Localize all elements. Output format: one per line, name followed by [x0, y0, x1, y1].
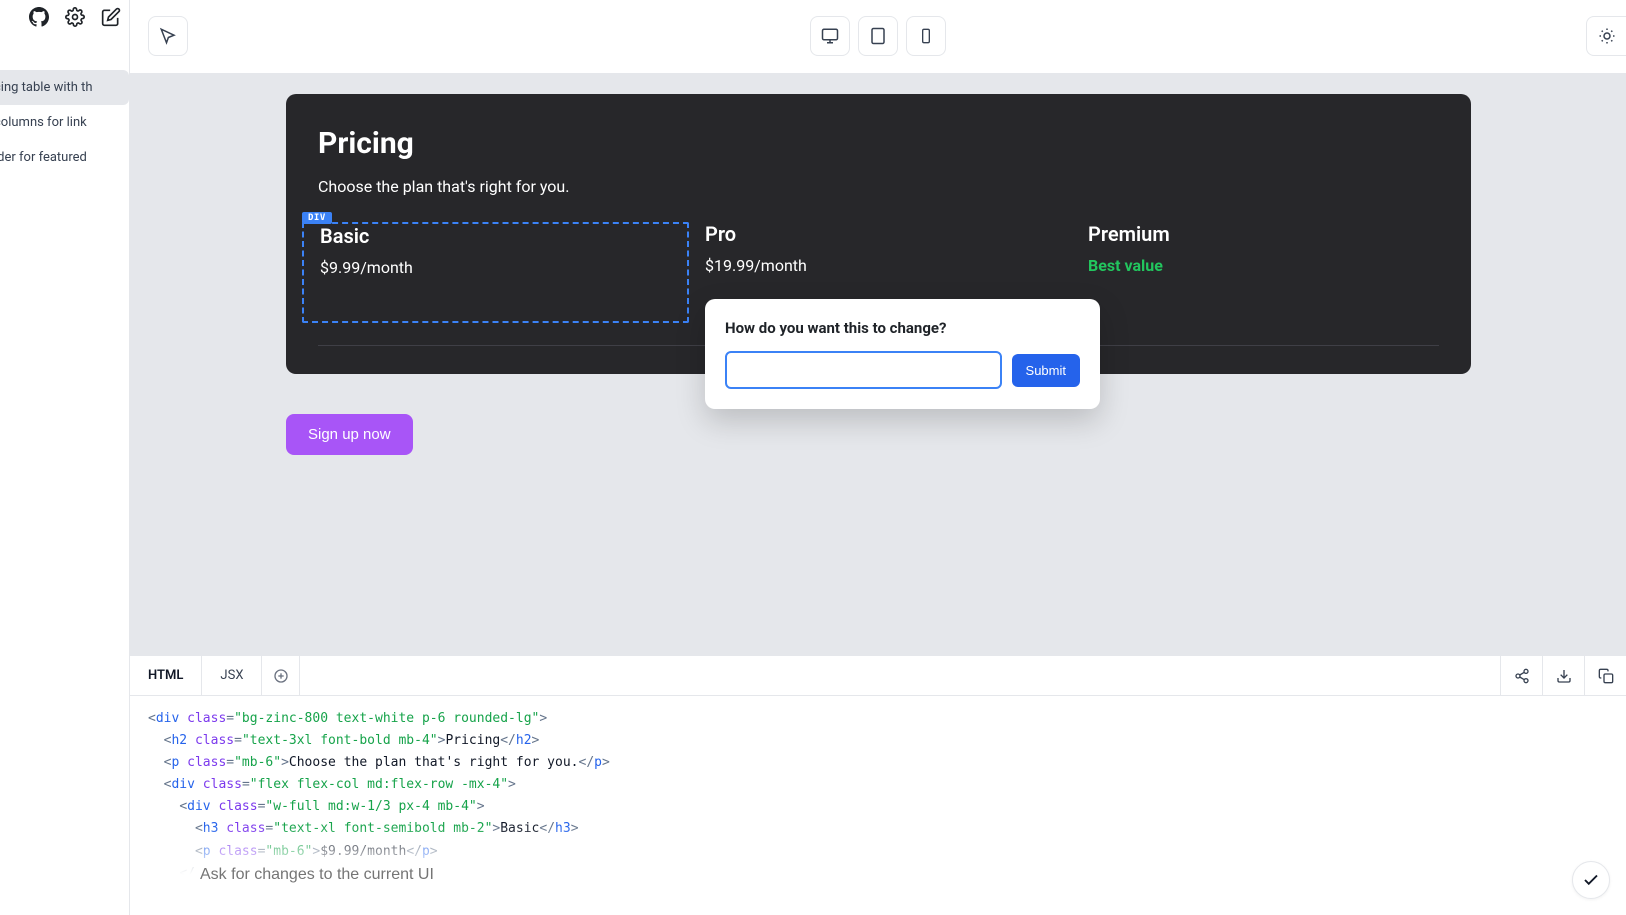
download-button[interactable] — [1542, 656, 1584, 695]
plan-name: Premium — [1088, 222, 1439, 246]
toolbar — [130, 0, 1626, 74]
edit-popover: How do you want this to change? Submit — [705, 299, 1100, 409]
history-sidebar: cing table with th columns for link lder… — [0, 0, 130, 915]
popover-submit-label: Submit — [1026, 363, 1066, 378]
sidebar-item[interactable]: cing table with th — [0, 70, 129, 105]
sidebar-item[interactable]: columns for link — [0, 105, 129, 140]
tab-jsx[interactable]: JSX — [202, 656, 262, 695]
add-tab-button[interactable] — [262, 656, 300, 695]
tab-html[interactable]: HTML — [130, 656, 202, 695]
sidebar-item-label: columns for link — [0, 115, 87, 130]
code-panel: HTML JSX <div class="bg-zinc-800 text-wh… — [130, 655, 1626, 915]
plan-name: Pro — [705, 222, 1056, 246]
ask-changes-input[interactable] — [200, 853, 1536, 897]
share-button[interactable] — [1500, 656, 1542, 695]
preview-canvas: Pricing Choose the plan that's right for… — [130, 74, 1626, 655]
tab-label: JSX — [220, 668, 243, 683]
copy-button[interactable] — [1584, 656, 1626, 695]
sidebar-item-label: lder for featured — [0, 150, 87, 165]
theme-toggle-button[interactable] — [1586, 16, 1626, 56]
selection-tag: DIV — [302, 212, 332, 224]
mobile-device-button[interactable] — [906, 16, 946, 56]
plan-basic[interactable]: DIV Basic $9.99/month — [302, 222, 689, 323]
tab-label: HTML — [148, 668, 183, 683]
plan-price: $19.99/month — [705, 256, 1056, 275]
plan-name: Basic — [320, 224, 671, 248]
plan-badge: Best value — [1088, 256, 1439, 275]
sidebar-item-label: cing table with th — [0, 80, 93, 95]
pricing-title: Pricing — [318, 126, 1439, 161]
popover-prompt: How do you want this to change? — [725, 319, 1080, 337]
confirm-button[interactable] — [1572, 861, 1610, 899]
popover-submit-button[interactable]: Submit — [1012, 354, 1080, 387]
signup-button-label: Sign up now — [308, 426, 391, 443]
tablet-device-button[interactable] — [858, 16, 898, 56]
signup-button[interactable]: Sign up now — [286, 414, 413, 455]
plan-price: $9.99/month — [320, 258, 671, 277]
popover-input[interactable] — [725, 351, 1002, 389]
select-tool-button[interactable] — [148, 16, 188, 56]
sidebar-item[interactable]: lder for featured — [0, 140, 129, 175]
desktop-device-button[interactable] — [810, 16, 850, 56]
plan-premium[interactable]: Premium Best value — [1072, 222, 1455, 323]
pricing-subtitle: Choose the plan that's right for you. — [318, 177, 1439, 196]
